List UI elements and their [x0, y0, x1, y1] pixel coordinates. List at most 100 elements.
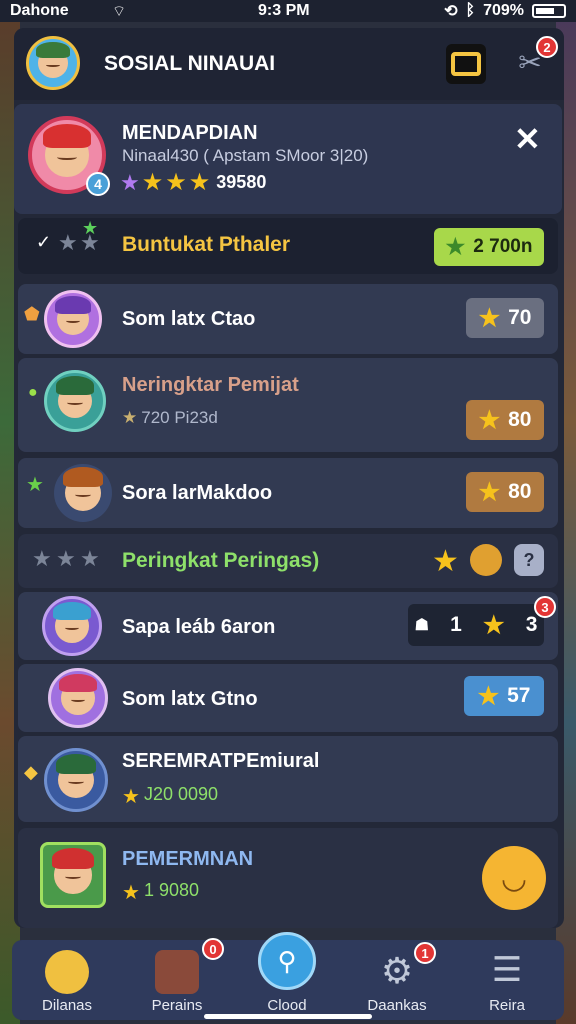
section-title: Peringkat Peringas) [122, 549, 320, 572]
right-value: 3 [525, 613, 538, 636]
score-value: 80 [508, 480, 532, 503]
list-item[interactable]: ⬟ Som latx Ctao ★ 70 [18, 284, 558, 354]
list-item[interactable]: Sapa leáb 6aron ☗ 1 ★ 3 3 [18, 592, 558, 660]
star-icon: ★ [80, 546, 100, 571]
carrier-label: Dahone [10, 2, 69, 19]
smiley-icon: ◡ [500, 861, 528, 895]
star-icon[interactable]: ★ [432, 544, 459, 579]
player-avatar [48, 668, 108, 728]
notification-bubble: 3 [534, 596, 556, 618]
player-avatar [40, 842, 106, 908]
page-title: SOSIAL NINAUAI [104, 52, 276, 75]
tab-label: Perains [151, 997, 203, 1014]
left-value: 1 [450, 613, 462, 636]
star-icon: ★ [188, 169, 211, 196]
level-badge: 4 [86, 172, 110, 196]
list-item[interactable]: ★ Sora larMakdoo ★ 80 [18, 458, 558, 528]
star-icon: ★ [122, 786, 140, 808]
player-name: SEREMRATPEmiural [122, 750, 320, 772]
medal-icon[interactable] [470, 544, 502, 576]
player-name: Som latx Ctao [122, 308, 256, 330]
menu-icon: ☰ [491, 951, 523, 989]
player-name: PEMERMNAN [122, 848, 254, 870]
player-name: Sora larMakdoo [122, 482, 273, 504]
star-icon: ★ [58, 230, 78, 255]
search-icon: ⚲ [258, 932, 316, 990]
home-indicator[interactable] [204, 1014, 372, 1019]
profile-rating: ★ ★ ★ ★ 39580 [120, 168, 266, 197]
check-icon: ✓ [36, 232, 52, 252]
star-icon: ★ [122, 882, 140, 904]
list-item[interactable]: PEMERMNAN ★ 1 9080 ◡ [18, 828, 558, 928]
star-icon: ★ [478, 478, 501, 506]
tab-clood[interactable]: ⚲ Clood [232, 932, 342, 1020]
battery-percent: 709% [483, 2, 524, 19]
star-icon: ★ [56, 546, 76, 571]
star-icon: ★ [32, 546, 52, 571]
star-icon: ★ [483, 611, 505, 639]
reward-value: 2 700n [473, 236, 533, 257]
notification-bubble: 1 [414, 942, 436, 964]
tab-daankas[interactable]: ⚙ 1 Daankas [342, 940, 452, 1020]
player-stat: ★ 720 Pi23d [122, 408, 218, 428]
profile-card: 4 MENDAPDIAN Ninaal430 ( Apstam SMoor 3|… [14, 104, 562, 214]
status-bar: Dahone ⌔ 9:3 PM ⟲ ᛒ 709% [0, 0, 576, 22]
cat-icon: ☗ [414, 617, 429, 634]
stat-value: 720 Pi23d [141, 408, 218, 427]
player-stat: ★ 1 9080 [122, 880, 199, 905]
store-icon [451, 52, 481, 76]
tab-dilanas[interactable]: Dilanas [12, 940, 122, 1020]
badge-icon: ● [28, 384, 38, 401]
badge-icon: ⬟ [24, 304, 40, 324]
store-button[interactable] [446, 44, 486, 84]
app-header: SOSIAL NINAUAI ✂ 2 [14, 28, 564, 100]
player-avatar [44, 748, 108, 812]
tab-label: Reira [489, 997, 525, 1014]
list-item[interactable]: ● Neringktar Pemijat ★ 720 Pi23d ★ 80 [18, 358, 558, 452]
star-icon: ★ [478, 406, 501, 434]
lock-rotation-icon: ⟲ [444, 3, 458, 20]
list-item[interactable]: Som latx Gtno ★ 57 [18, 664, 558, 732]
wifi-icon: ⌔ [112, 2, 127, 20]
close-button[interactable]: ✕ [514, 120, 541, 158]
reward-badge[interactable]: ★ 2 700n [434, 228, 544, 266]
clock: 9:3 PM [258, 2, 310, 19]
battery-icon [532, 4, 566, 18]
user-avatar[interactable] [26, 36, 80, 90]
stat-value: 1 9080 [143, 880, 199, 900]
profile-name: MENDAPDIAN [122, 122, 258, 144]
player-avatar [44, 370, 106, 432]
question-icon[interactable]: ? [514, 544, 544, 576]
gear-icon: ⚙ [380, 950, 414, 991]
score-badge: ★ 80 [466, 400, 544, 440]
hero-icon [45, 950, 89, 994]
score-value: 80 [508, 408, 532, 431]
star-icon: ★ [122, 408, 138, 427]
player-name: Neringktar Pemijat [122, 374, 299, 396]
player-avatar [54, 464, 112, 522]
section-header-1: ✓ ★ ★ ★ Buntukat Pthaler ★ 2 700n [18, 218, 558, 274]
green-star-icon: ★ [82, 218, 99, 238]
score-badge: ★ 57 [464, 676, 544, 716]
star-icon: ★ [141, 169, 164, 196]
stat-value: J20 0090 [143, 784, 219, 804]
score-badge: ★ 80 [466, 472, 544, 512]
profile-subtitle: Ninaal430 ( Apstam SMoor 3|20) [122, 146, 369, 165]
bottom-tab-bar: Dilanas 0 Perains ⚲ Clood ⚙ 1 Daankas ☰ … [12, 932, 564, 1020]
green-star-icon: ★ [445, 234, 466, 259]
emoji-button[interactable]: ◡ [482, 846, 546, 910]
list-item[interactable]: ◆ SEREMRATPEmiural ★ J20 0090 [18, 736, 558, 822]
player-name: Som latx Gtno [122, 688, 258, 710]
tab-perains[interactable]: 0 Perains [122, 938, 232, 1020]
player-avatar [42, 596, 102, 656]
player-name: Sapa leáb 6aron [122, 616, 276, 638]
score-value: 57 [507, 684, 531, 707]
score-badge: ★ 70 [466, 298, 544, 338]
badge-icon: ◆ [24, 762, 38, 782]
close-icon: ✕ [514, 121, 541, 157]
tab-label: Dilanas [41, 997, 93, 1014]
player-avatar [44, 290, 102, 348]
tab-reira[interactable]: ☰ Reira [452, 940, 562, 1020]
stat-badge: ☗ 1 ★ 3 [408, 604, 544, 646]
green-star-icon: ★ [26, 474, 44, 496]
